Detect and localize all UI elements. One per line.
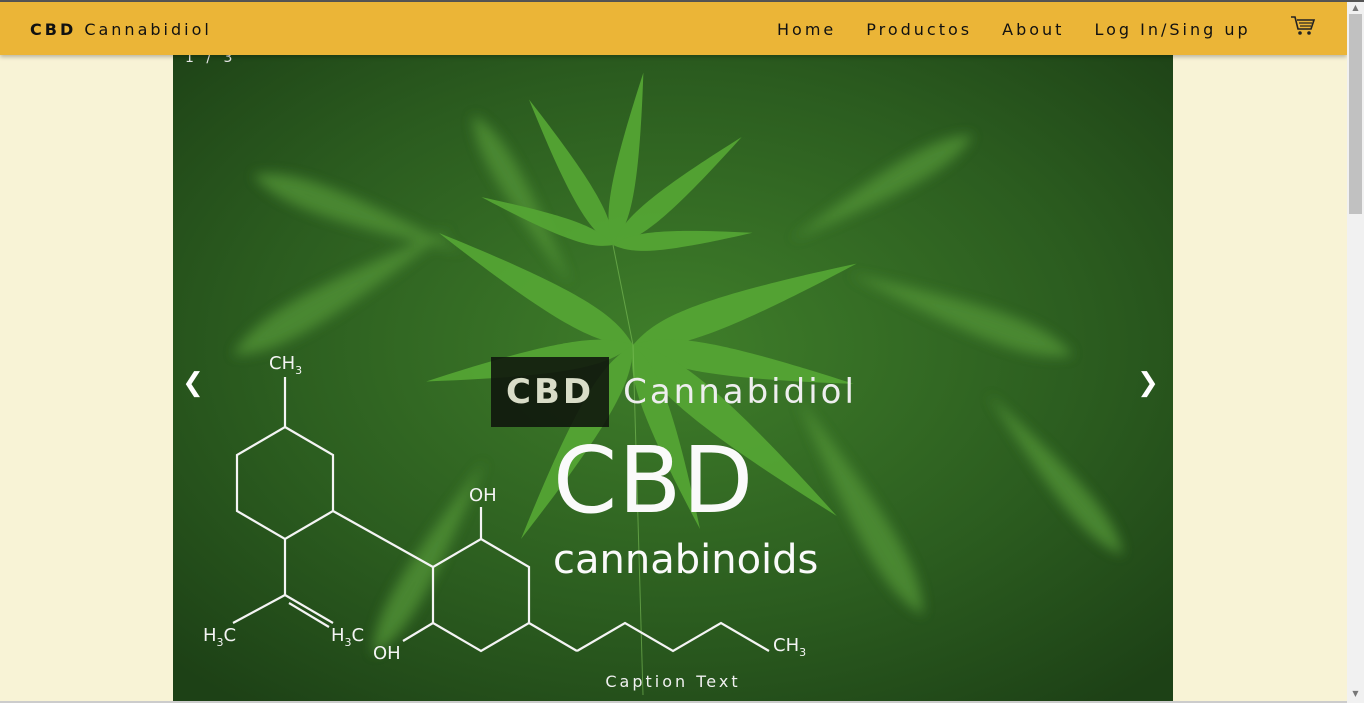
- scrollbar-thumb[interactable]: [1349, 14, 1362, 214]
- slide-title-bold: CBD: [491, 357, 610, 427]
- slide-title: CBD Cannabidiol: [491, 357, 857, 427]
- brand-bold: CBD: [30, 20, 77, 39]
- nav-home[interactable]: Home: [777, 20, 836, 39]
- scroll-up-arrow-icon[interactable]: ▲: [1347, 2, 1364, 14]
- cart-icon[interactable]: [1290, 14, 1316, 36]
- top-navbar: CBD Cannabidiol Home Productos About Log…: [0, 2, 1347, 55]
- prev-slide-button[interactable]: ❮: [181, 365, 205, 401]
- brand-logo[interactable]: CBD Cannabidiol: [30, 20, 212, 39]
- vertical-scrollbar[interactable]: ▲ ▼: [1347, 2, 1364, 703]
- slide-title-rest: Cannabidiol: [623, 372, 857, 412]
- svg-text:OH: OH: [469, 485, 497, 506]
- brand-rest: Cannabidiol: [84, 20, 212, 39]
- slide-counter: 1 / 3: [185, 55, 237, 66]
- next-slide-button[interactable]: ❯: [1136, 365, 1160, 401]
- nav-login-signup[interactable]: Log In/Sing up: [1094, 20, 1250, 39]
- svg-text:OH: OH: [373, 643, 401, 664]
- slide-image-text-sub: cannabinoids: [553, 537, 819, 583]
- slide-caption: Caption Text: [605, 672, 741, 691]
- nav-productos[interactable]: Productos: [866, 20, 972, 39]
- nav-links: Home Productos About Log In/Sing up: [777, 20, 1281, 39]
- hero-slideshow: CH3 OH H3C H3C OH CH3 CBD cannabinoids 1…: [173, 55, 1173, 703]
- slide-image-text-main: CBD: [553, 427, 755, 534]
- nav-about[interactable]: About: [1002, 20, 1064, 39]
- scroll-down-arrow-icon[interactable]: ▼: [1347, 688, 1364, 700]
